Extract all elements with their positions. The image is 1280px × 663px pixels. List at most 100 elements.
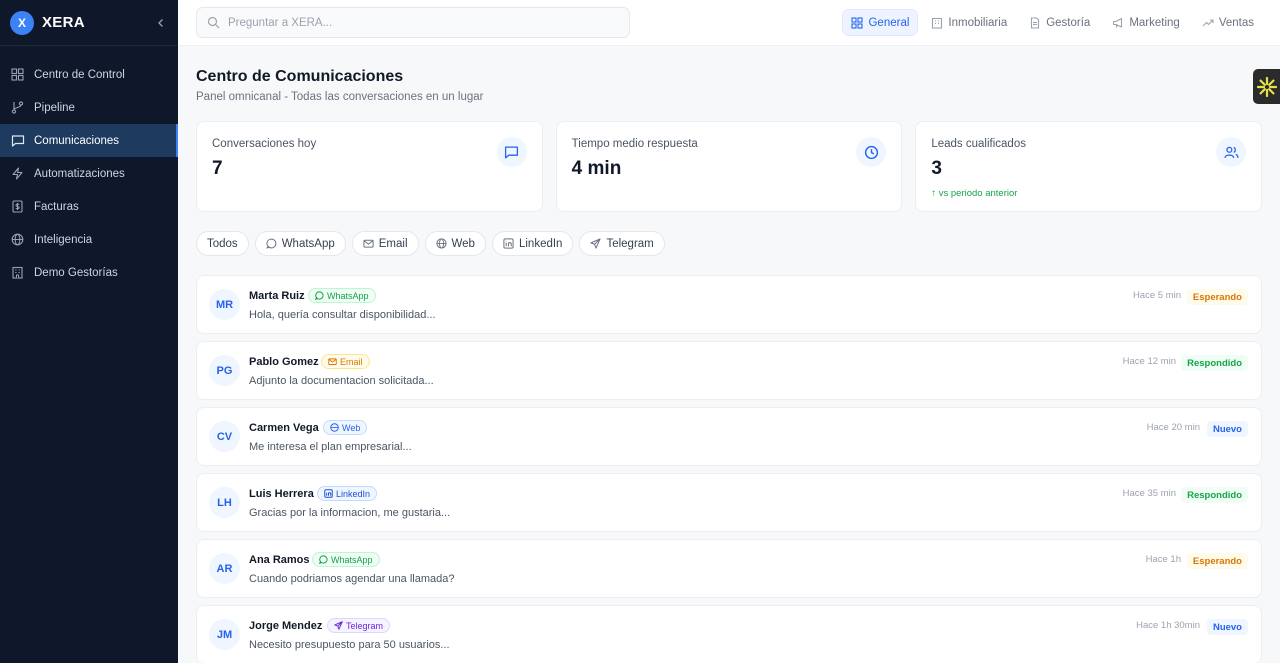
sparkle-icon [1256, 76, 1277, 97]
filter-web[interactable]: Web [424, 231, 486, 256]
conversation-item[interactable]: CV Carmen Vega Web Me interesa el plan e… [196, 407, 1262, 466]
file-text-icon [1029, 16, 1041, 29]
mail-icon [328, 357, 337, 366]
contact-name: Luis Herrera [249, 488, 314, 500]
channel-badge: Telegram [327, 618, 391, 633]
status-badge: Respondido [1181, 487, 1248, 503]
stat-label: Leads cualificados [931, 138, 1026, 150]
sidebar-item-label: Comunicaciones [34, 134, 120, 147]
avatar: LH [209, 487, 240, 518]
message-square-icon [496, 137, 527, 167]
building-icon [10, 265, 25, 280]
filter-linkedin[interactable]: LinkedIn [491, 231, 574, 256]
sidebar-item-label: Demo Gestorías [34, 266, 118, 279]
conversation-item[interactable]: PG Pablo Gomez Email Adjunto la document… [196, 341, 1262, 400]
filter-email[interactable]: Email [351, 231, 419, 256]
conversation-item[interactable]: LH Luis Herrera LinkedIn Gracias por la … [196, 473, 1262, 532]
filter-label: LinkedIn [518, 237, 563, 250]
stat-label: Conversaciones hoy [212, 138, 317, 150]
sidebar-item-label: Automatizaciones [34, 167, 125, 180]
filter-label: WhatsApp [281, 237, 335, 250]
trending-up-icon [1202, 17, 1214, 29]
brand-header: X XERA [0, 0, 178, 46]
globe-icon [10, 232, 25, 247]
tab-label: Ventas [1218, 16, 1254, 29]
send-icon [334, 621, 343, 630]
sidebar-item-pipeline[interactable]: Pipeline [0, 91, 178, 124]
receipt-icon [10, 199, 25, 214]
sidebar-item-label: Facturas [34, 200, 79, 213]
page-subtitle: Panel omnicanal - Todas las conversacion… [196, 91, 484, 103]
avatar: JM [209, 619, 240, 650]
collapse-sidebar-chevron-left-icon[interactable] [154, 16, 168, 30]
tab-inmobiliaria[interactable]: Inmobiliaria [923, 10, 1015, 35]
search-icon [207, 16, 220, 29]
channel-label: WhatsApp [331, 554, 373, 565]
filter-label: Web [451, 237, 475, 250]
avatar: PG [209, 355, 240, 386]
sidebar: X XERA Centro de Control Pipeline Comuni… [0, 0, 178, 663]
floating-assistant-button[interactable] [1253, 69, 1280, 104]
users-icon [1216, 137, 1247, 167]
sidebar-item-inteligencia[interactable]: Inteligencia [0, 223, 178, 256]
tab-general[interactable]: General [843, 10, 918, 35]
stat-card-conversaciones: Conversaciones hoy 7 [196, 121, 543, 212]
channel-label: Telegram [346, 620, 384, 631]
linkedin-icon [503, 238, 514, 249]
channel-badge: Email [321, 354, 370, 369]
conversation-item[interactable]: JM Jorge Mendez Telegram Necesito presup… [196, 605, 1262, 663]
filter-whatsapp[interactable]: WhatsApp [254, 231, 346, 256]
message-time: Hace 35 min [1122, 488, 1176, 499]
filter-todos[interactable]: Todos [196, 231, 249, 256]
sidebar-item-automatizaciones[interactable]: Automatizaciones [0, 157, 178, 190]
sidebar-nav: Centro de Control Pipeline Comunicacione… [0, 58, 178, 289]
tab-marketing[interactable]: Marketing [1104, 10, 1188, 35]
megaphone-icon [1112, 17, 1124, 29]
conversation-item[interactable]: MR Marta Ruiz WhatsApp Hola, quería cons… [196, 275, 1262, 334]
tab-gestoria[interactable]: Gestoría [1021, 10, 1098, 35]
git-branch-icon [10, 100, 25, 115]
tab-ventas[interactable]: Ventas [1194, 10, 1262, 35]
conversation-list: MR Marta Ruiz WhatsApp Hola, quería cons… [196, 275, 1262, 663]
mail-icon [363, 238, 374, 249]
brand-logo[interactable]: X [10, 10, 34, 35]
topbar: General Inmobiliaria Gestoría Marketing … [178, 0, 1280, 46]
channel-badge: LinkedIn [317, 486, 378, 501]
channel-label: Email [340, 356, 363, 367]
message-time: Hace 20 min [1146, 422, 1200, 433]
layout-grid-icon [851, 16, 864, 29]
filter-label: Todos [207, 237, 238, 250]
sidebar-item-label: Inteligencia [34, 233, 93, 246]
channel-badge: Web [323, 420, 368, 435]
whatsapp-icon [266, 238, 277, 249]
contact-name: Carmen Vega [249, 422, 319, 434]
channel-label: LinkedIn [336, 488, 371, 499]
send-icon [590, 238, 602, 249]
conversation-item[interactable]: AR Ana Ramos WhatsApp Cuando podriamos a… [196, 539, 1262, 598]
globe-icon [435, 238, 447, 249]
message-time: Hace 1h 30min [1136, 620, 1200, 631]
stat-value: 4 min [571, 158, 622, 179]
status-badge: Respondido [1181, 355, 1248, 371]
sidebar-item-demo-gestorias[interactable]: Demo Gestorías [0, 256, 178, 289]
status-badge: Nuevo [1206, 421, 1248, 437]
message-square-icon [10, 133, 25, 148]
channel-label: WhatsApp [327, 290, 369, 301]
whatsapp-icon [315, 291, 324, 300]
linkedin-icon [324, 489, 333, 498]
contact-name: Marta Ruiz [249, 290, 305, 302]
tab-label: Inmobiliaria [948, 16, 1008, 29]
sidebar-item-facturas[interactable]: Facturas [0, 190, 178, 223]
contact-name: Pablo Gomez [249, 356, 319, 368]
search-bar[interactable] [196, 7, 630, 38]
contact-name: Ana Ramos [249, 554, 310, 566]
sidebar-item-centro-de-control[interactable]: Centro de Control [0, 58, 178, 91]
message-preview: Adjunto la documentacion solicitada... [249, 375, 434, 387]
message-time: Hace 5 min [1132, 290, 1181, 301]
sidebar-item-comunicaciones[interactable]: Comunicaciones [0, 124, 178, 157]
filter-telegram[interactable]: Telegram [579, 231, 665, 256]
stat-value: 7 [212, 158, 223, 179]
search-input[interactable] [228, 16, 608, 29]
stat-label: Tiempo medio respuesta [571, 138, 698, 150]
brand-name: XERA [42, 14, 85, 31]
